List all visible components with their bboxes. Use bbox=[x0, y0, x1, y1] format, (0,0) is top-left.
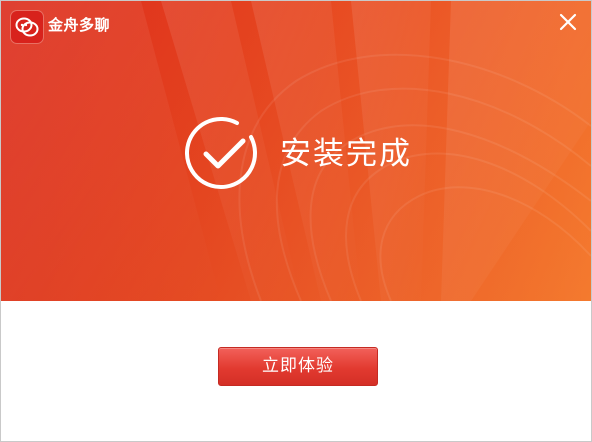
chat-bubbles-logo-icon bbox=[15, 17, 39, 37]
success-status-icon bbox=[185, 115, 263, 193]
app-title: 金舟多聊 bbox=[48, 16, 111, 34]
close-button[interactable] bbox=[555, 9, 581, 35]
footer-area: 立即体验 bbox=[1, 301, 591, 441]
check-circle-icon bbox=[185, 117, 257, 189]
installer-window: 金舟多聊 安装完成 立即体验 bbox=[0, 0, 592, 442]
app-logo bbox=[11, 11, 43, 43]
install-complete-text: 安装完成 bbox=[280, 136, 412, 172]
header-banner: 金舟多聊 安装完成 bbox=[1, 1, 591, 301]
close-icon bbox=[559, 13, 577, 31]
try-now-button[interactable]: 立即体验 bbox=[218, 347, 378, 386]
